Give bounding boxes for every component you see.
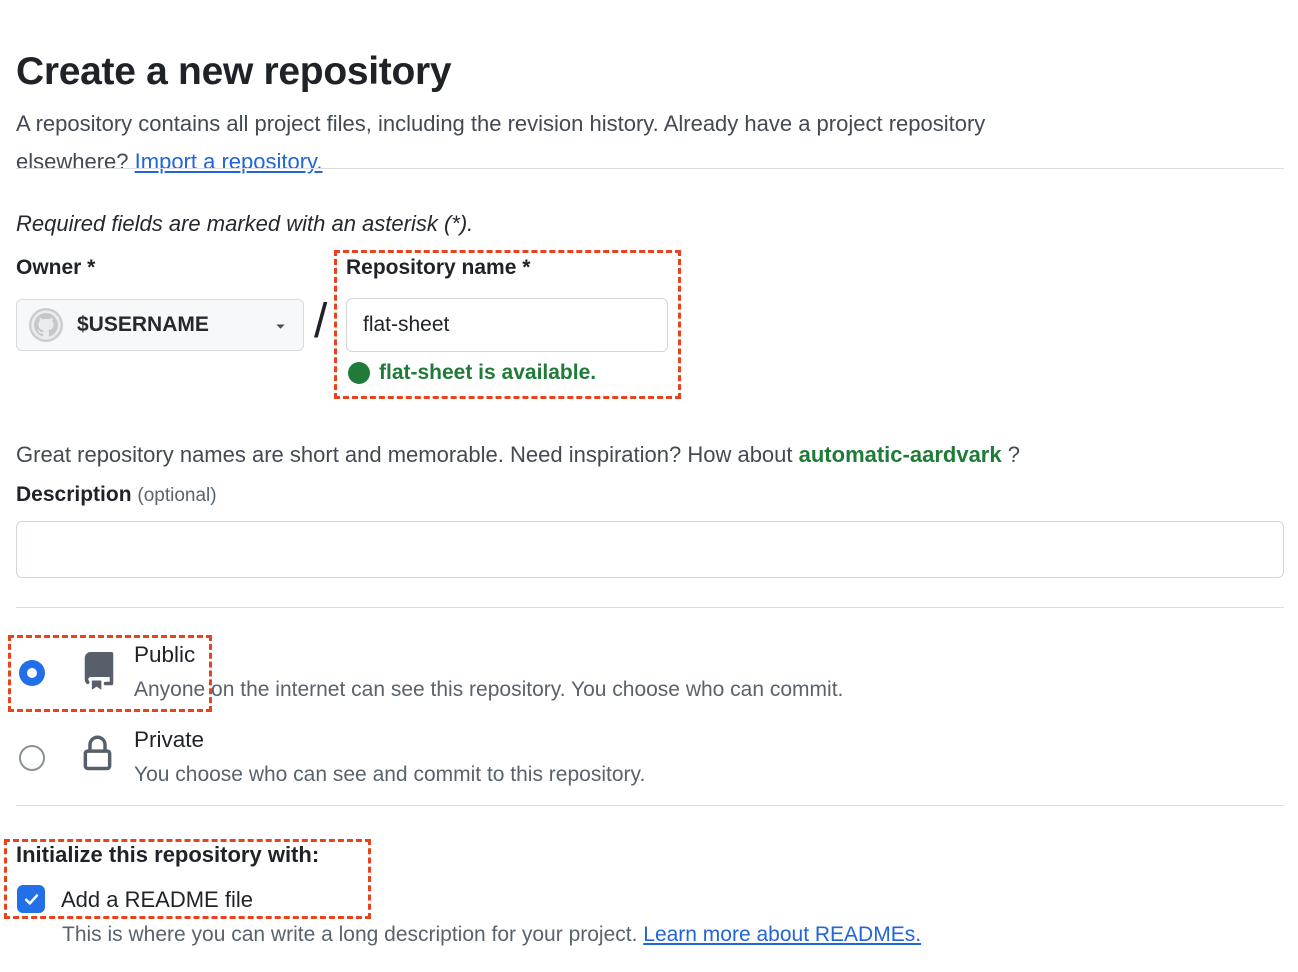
owner-selected-value: $USERNAME xyxy=(77,313,209,337)
divider xyxy=(16,805,1284,806)
hint-suffix: ? xyxy=(1002,442,1020,467)
private-option-description: You choose who can see and commit to thi… xyxy=(134,763,645,787)
readme-help-prefix: This is where you can write a long descr… xyxy=(62,923,643,946)
checkmark-icon xyxy=(22,890,41,909)
owner-repo-separator: / xyxy=(314,293,327,351)
lock-icon xyxy=(79,731,116,777)
add-readme-checkbox[interactable] xyxy=(17,885,45,913)
intro-line1: A repository contains all project files,… xyxy=(16,111,985,136)
check-circle-icon xyxy=(348,362,370,384)
description-input[interactable] xyxy=(16,521,1284,578)
repo-name-hint: Great repository names are short and mem… xyxy=(16,442,1020,468)
owner-avatar xyxy=(29,308,63,342)
intro-text: A repository contains all project files,… xyxy=(16,105,985,181)
required-fields-note: Required fields are marked with an aster… xyxy=(16,211,473,237)
divider xyxy=(16,168,1284,169)
description-optional-text: (optional) xyxy=(137,485,216,506)
public-option-label[interactable]: Public xyxy=(134,642,195,668)
chevron-down-icon xyxy=(272,317,289,334)
private-radio[interactable] xyxy=(19,745,45,771)
public-radio[interactable] xyxy=(19,660,45,686)
initialize-heading: Initialize this repository with: xyxy=(16,842,319,868)
page-title: Create a new repository xyxy=(16,50,451,94)
learn-more-readmes-link[interactable]: Learn more about READMEs. xyxy=(643,923,921,946)
availability-text: flat-sheet is available. xyxy=(379,361,596,385)
divider xyxy=(16,607,1284,608)
name-availability-message: flat-sheet is available. xyxy=(348,361,596,385)
repository-name-input[interactable] xyxy=(346,298,668,352)
suggested-repo-name[interactable]: automatic-aardvark xyxy=(799,442,1002,467)
owner-label: Owner * xyxy=(16,256,95,280)
import-repository-link[interactable]: Import a repository. xyxy=(135,149,323,174)
hint-prefix: Great repository names are short and mem… xyxy=(16,442,799,467)
public-option-description: Anyone on the internet can see this repo… xyxy=(134,678,843,702)
repo-book-icon xyxy=(80,647,118,695)
owner-dropdown-button[interactable]: $USERNAME xyxy=(16,299,304,351)
create-repository-page: Create a new repository A repository con… xyxy=(0,0,1298,972)
add-readme-label[interactable]: Add a README file xyxy=(61,887,253,913)
intro-line2-prefix: elsewhere? xyxy=(16,149,135,174)
readme-help-text: This is where you can write a long descr… xyxy=(62,923,921,947)
repository-name-label: Repository name * xyxy=(346,256,530,280)
description-label: Description (optional) xyxy=(16,483,217,507)
private-option-label[interactable]: Private xyxy=(134,727,204,753)
description-label-text: Description xyxy=(16,483,132,506)
